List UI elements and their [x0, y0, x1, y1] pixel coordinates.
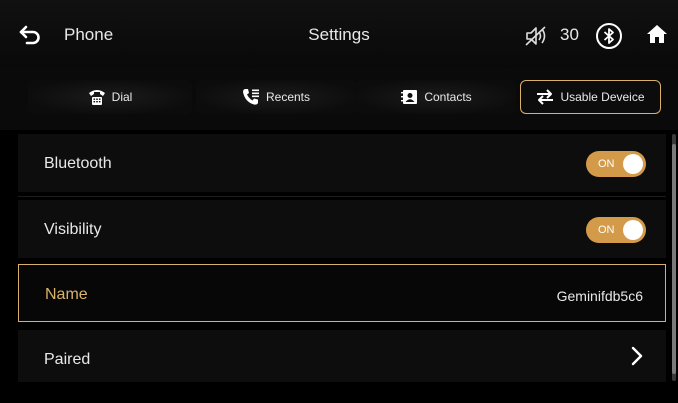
- tab-contacts-label: Contacts: [424, 90, 472, 104]
- dialpad-phone-icon: [88, 90, 105, 105]
- bluetooth-row: Bluetooth ON: [18, 134, 666, 192]
- bluetooth-toggle-state: ON: [598, 158, 615, 170]
- tab-recents-label: Recents: [265, 90, 311, 104]
- device-name-label: Name: [45, 286, 88, 303]
- swap-arrows-icon: [537, 89, 554, 105]
- top-bar: Phone Settings 30: [0, 0, 678, 68]
- tab-contacts[interactable]: Contacts: [356, 80, 516, 114]
- device-name-row[interactable]: Name Geminifdb5c6: [18, 264, 666, 322]
- recent-calls-icon: [242, 89, 259, 105]
- toggle-knob: [623, 154, 643, 174]
- scrollbar[interactable]: [672, 134, 676, 381]
- contacts-icon: [401, 90, 418, 104]
- tab-recents[interactable]: Recents: [196, 80, 356, 114]
- tab-dial[interactable]: Dial: [28, 80, 192, 114]
- paired-devices-row[interactable]: Paired: [18, 330, 666, 382]
- visibility-row: Visibility ON: [18, 200, 666, 258]
- tab-dial-label: Dial: [111, 90, 133, 104]
- bluetooth-icon[interactable]: [595, 22, 623, 50]
- bluetooth-toggle[interactable]: ON: [586, 151, 646, 177]
- visibility-toggle[interactable]: ON: [586, 217, 646, 243]
- chevron-right-icon: [631, 346, 643, 366]
- visibility-label: Visibility: [44, 221, 102, 238]
- tab-usable-device-label: Usable Deveice: [560, 90, 645, 104]
- home-icon[interactable]: [645, 22, 669, 46]
- divider: [18, 196, 666, 197]
- visibility-toggle-state: ON: [598, 224, 615, 236]
- phone-tabs: Dial Recents Contacts Usable Deveice: [0, 68, 678, 130]
- settings-list: Bluetooth ON Visibility ON Name Geminifd…: [0, 134, 670, 403]
- tab-usable-device[interactable]: Usable Deveice: [520, 80, 661, 114]
- device-name-value: Geminifdb5c6: [556, 288, 643, 304]
- speaker-muted-icon[interactable]: [524, 25, 548, 47]
- bluetooth-label: Bluetooth: [44, 155, 112, 172]
- paired-label: Paired: [44, 351, 91, 368]
- toggle-knob: [623, 220, 643, 240]
- volume-level: 30: [560, 25, 579, 44]
- scrollbar-thumb[interactable]: [672, 144, 676, 374]
